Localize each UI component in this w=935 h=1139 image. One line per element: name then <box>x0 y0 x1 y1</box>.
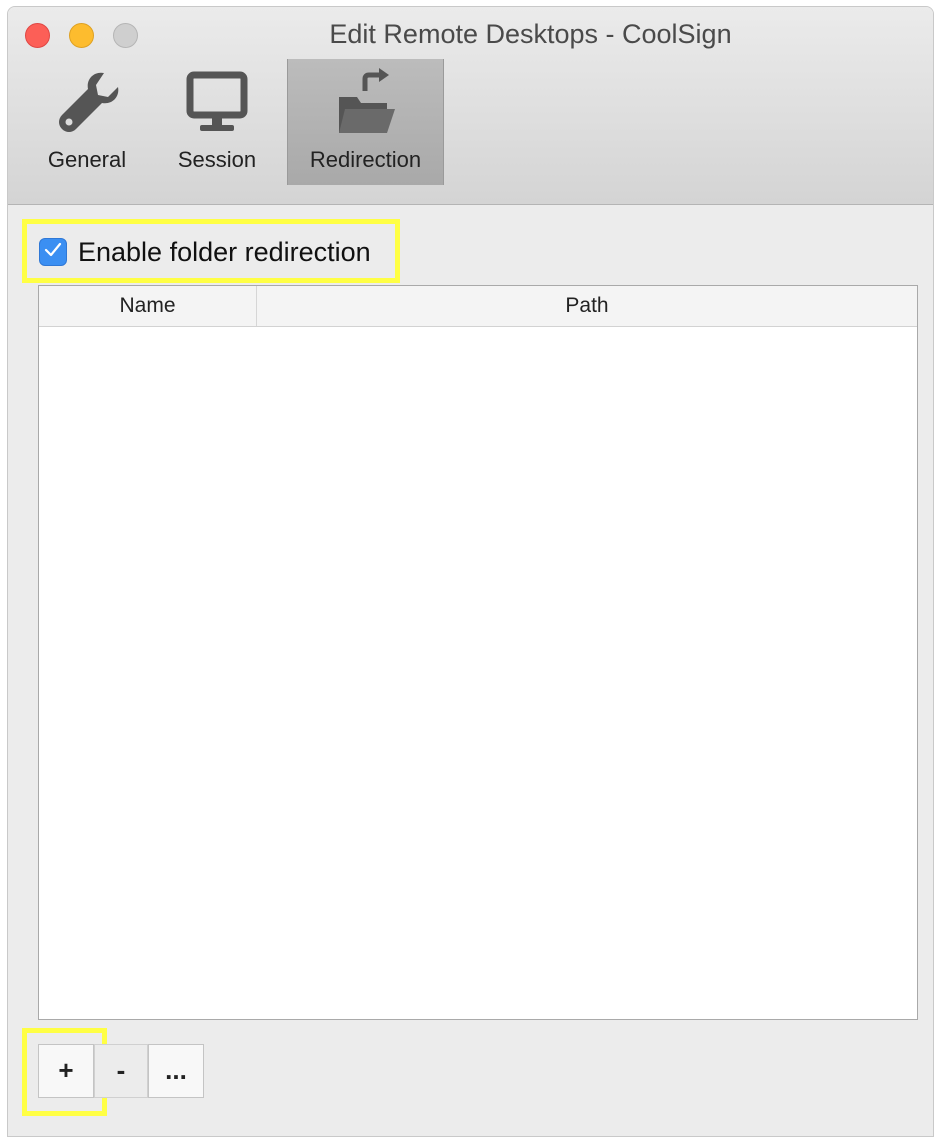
column-header-path[interactable]: Path <box>257 286 917 326</box>
enable-folder-redirection-row[interactable]: Enable folder redirection <box>30 227 371 277</box>
tab-general-label: General <box>47 147 127 172</box>
add-button[interactable]: + <box>38 1044 94 1098</box>
folder-redirect-icon <box>331 67 401 144</box>
checkmark-icon <box>44 242 62 263</box>
toolbar: Edit Remote Desktops - CoolSign General … <box>8 7 933 205</box>
tab-session-label: Session <box>177 147 257 172</box>
table-header: Name Path <box>39 286 917 327</box>
enable-folder-redirection-label: Enable folder redirection <box>78 236 371 267</box>
window-title: Edit Remote Desktops - CoolSign <box>329 19 732 49</box>
more-options-button[interactable]: ... <box>148 1044 204 1098</box>
tab-redirection[interactable]: Redirection <box>287 59 444 185</box>
tab-general[interactable]: General <box>28 59 146 185</box>
wrench-icon <box>52 67 122 142</box>
redirection-table[interactable]: Name Path <box>38 285 918 1020</box>
column-header-name[interactable]: Name <box>39 286 257 326</box>
tab-session[interactable]: Session <box>158 59 276 185</box>
monitor-icon <box>182 67 252 142</box>
enable-folder-redirection-checkbox[interactable] <box>39 238 67 266</box>
remove-button[interactable]: - <box>94 1044 148 1098</box>
edit-remote-desktops-window: Edit Remote Desktops - CoolSign General … <box>7 6 934 1137</box>
tab-redirection-label: Redirection <box>309 147 422 172</box>
